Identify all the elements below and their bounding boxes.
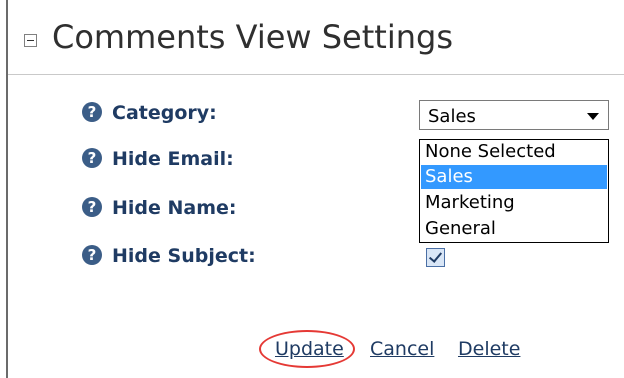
delete-link[interactable]: Delete [458,338,520,360]
category-label: Category: [112,102,217,124]
comments-view-settings-panel: Comments View Settings ? Category: ? Hid… [0,0,624,378]
hide-subject-label: Hide Subject: [112,245,256,267]
hide-subject-checkbox[interactable] [426,248,445,267]
help-icon[interactable]: ? [82,148,102,168]
collapse-minus-icon[interactable] [24,34,37,47]
category-dropdown-list: None Selected Sales Marketing General [419,139,609,243]
dropdown-option-none-selected[interactable]: None Selected [421,140,607,164]
cancel-link[interactable]: Cancel [370,338,434,360]
help-icon[interactable]: ? [82,197,102,217]
dropdown-option-sales[interactable]: Sales [421,165,607,189]
dropdown-option-marketing[interactable]: Marketing [421,191,607,215]
help-icon[interactable]: ? [82,245,102,265]
hide-name-label: Hide Name: [112,197,237,219]
category-select[interactable]: Sales [419,100,609,130]
hide-email-label: Hide Email: [112,148,234,170]
dropdown-option-general[interactable]: General [421,217,607,241]
chevron-down-icon[interactable] [587,113,599,120]
update-link[interactable]: Update [275,338,344,360]
panel-header: Comments View Settings [8,0,624,75]
help-icon[interactable]: ? [82,102,102,122]
panel-title: Comments View Settings [52,18,453,56]
category-select-value: Sales [428,106,476,127]
